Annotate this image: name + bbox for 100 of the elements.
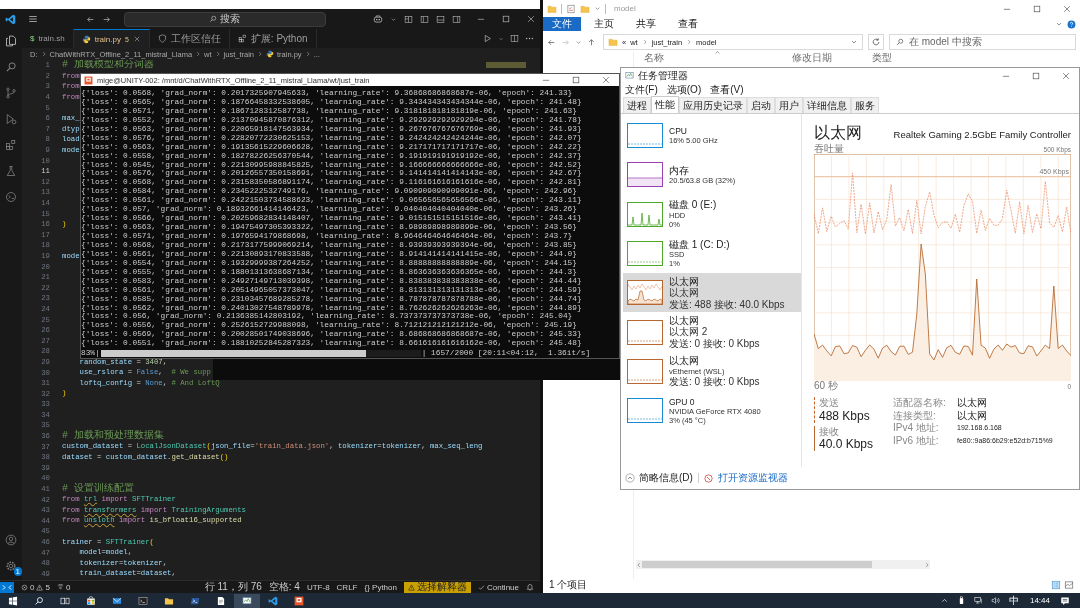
resource-name: CPU	[669, 126, 688, 137]
explorer-icon[interactable]	[5, 35, 17, 47]
remote-icon[interactable]	[5, 191, 17, 203]
help-icon[interactable]	[1067, 19, 1076, 29]
window-title: model	[614, 4, 636, 13]
details-view-icon[interactable]	[1051, 580, 1061, 590]
back-arrow-icon[interactable]	[547, 37, 556, 47]
ribbon-tab[interactable]: 文件	[543, 17, 581, 31]
volume-icon[interactable]	[990, 596, 1000, 605]
ribbon-tab[interactable]: 查看	[669, 17, 707, 31]
close-icon[interactable]	[1062, 3, 1072, 14]
search-icon[interactable]	[5, 61, 17, 73]
horizontal-scrollbar[interactable]	[636, 560, 930, 569]
problems-indicator[interactable]: 0 5	[21, 582, 50, 592]
error-icon	[21, 583, 28, 591]
search-field[interactable]: 搜索	[123, 11, 326, 27]
close-icon[interactable]	[601, 75, 611, 85]
tab[interactable]: 应用历史记录	[679, 96, 747, 113]
notification-center-icon[interactable]	[1060, 595, 1070, 606]
resource-monitor-link[interactable]: 打开资源监视器	[717, 472, 788, 484]
large-icons-view-icon[interactable]	[1064, 580, 1074, 590]
tab[interactable]: 服务	[851, 96, 879, 113]
property-label: 适配器名称:	[893, 397, 947, 409]
axis-label: 吞吐量	[814, 143, 844, 155]
menu-item[interactable]: 文件(F)	[625, 84, 658, 96]
notifications-icon[interactable]	[526, 583, 534, 591]
tab[interactable]: 启动	[747, 96, 775, 113]
resource-name: GPU 0	[669, 396, 696, 407]
settings-icon[interactable]	[5, 560, 17, 572]
menu-item[interactable]: 选项(O)	[666, 84, 702, 96]
monitor-app-icon[interactable]	[234, 593, 260, 608]
property-value: 以太网	[957, 397, 988, 409]
expand-ribbon-icon[interactable]	[1055, 20, 1063, 28]
sidebar-toggle-icon[interactable]	[420, 14, 429, 24]
minimap	[486, 62, 526, 68]
item-count: 1 个项目	[549, 579, 588, 591]
dropdown-icon[interactable]	[850, 38, 858, 46]
ports-indicator[interactable]: 0	[56, 582, 71, 592]
remote-indicator-icon[interactable]	[0, 581, 14, 593]
resource-name: 以太网	[669, 355, 700, 367]
menu-icon[interactable]	[28, 14, 38, 24]
copilot-icon[interactable]	[373, 14, 383, 24]
scrollbar-thumb[interactable]	[642, 561, 872, 568]
column-header[interactable]: 类型	[872, 52, 892, 64]
cursor-position[interactable]: 行 11，列 76	[204, 581, 262, 593]
close-icon[interactable]	[1061, 70, 1071, 81]
extensions-icon[interactable]	[5, 139, 17, 151]
column-header[interactable]: 修改日期	[792, 52, 832, 64]
chevron-icon	[195, 51, 202, 57]
column-header[interactable]: 名称	[644, 52, 664, 64]
show-hidden-icons-icon[interactable]	[939, 596, 949, 605]
run-icon[interactable]	[483, 34, 492, 43]
indent-setting[interactable]: 空格: 4	[268, 581, 300, 593]
split-editor-icon[interactable]	[510, 34, 519, 43]
account-icon[interactable]	[5, 534, 17, 546]
maximize-icon[interactable]	[1031, 70, 1041, 81]
run-debug-icon[interactable]	[5, 113, 17, 125]
property-value: 以太网	[957, 409, 988, 421]
caret-icon[interactable]	[390, 15, 397, 23]
properties-icon[interactable]	[566, 3, 576, 14]
tab[interactable]: 进程	[623, 96, 651, 113]
back-arrow-icon[interactable]	[85, 14, 95, 24]
up-arrow-icon[interactable]	[587, 37, 596, 47]
ribbon-tab[interactable]: 主页	[585, 17, 623, 31]
layout-icon[interactable]	[404, 14, 413, 24]
interpreter-button[interactable]: 选择解释器	[403, 581, 471, 593]
line-ending[interactable]: CRLF	[336, 582, 358, 592]
source-control-icon[interactable]	[5, 87, 17, 99]
search-field[interactable]: 在 model 中搜索	[889, 34, 1076, 50]
tab[interactable]: 用户	[775, 96, 803, 113]
close-tab-icon[interactable]	[132, 35, 141, 43]
testing-icon[interactable]	[5, 165, 17, 177]
python-file-icon	[266, 50, 274, 58]
network-icon[interactable]	[973, 596, 983, 605]
tab[interactable]: 性能	[651, 95, 679, 113]
resource-detail: 以太网 2	[669, 326, 709, 338]
resource-item[interactable]: 以太网 以太网 发送: 488 接收: 40.0 Kbps	[623, 273, 801, 313]
encoding[interactable]: UTF-8	[306, 582, 330, 592]
chevron-up-icon	[625, 473, 635, 483]
clock[interactable]: 14:44	[1029, 596, 1050, 605]
tab[interactable]: 详细信息	[803, 96, 851, 113]
resource-item[interactable]: 以太网 以太网 2 发送: 0 接收: 0 Kbps	[623, 312, 801, 352]
code-line: # 加载模型和分词器	[62, 60, 154, 72]
continue-button[interactable]: Continue	[477, 582, 519, 592]
panel-toggle-icon[interactable]	[436, 14, 445, 24]
code-line: # 加载和预处理数据集	[62, 430, 164, 442]
fewer-details-button[interactable]: 简略信息(D)	[625, 472, 693, 484]
refresh-icon[interactable]	[868, 34, 884, 50]
input-method-indicator[interactable]: 中	[1008, 594, 1019, 607]
maximize-icon[interactable]	[1032, 3, 1042, 14]
device-name: Realtek Gaming 2.5GbE Family Controller	[893, 129, 1071, 142]
ribbon-tab[interactable]: 共享	[627, 17, 665, 31]
property-label: IPv6 地址:	[893, 434, 940, 446]
maximize-icon[interactable]	[571, 75, 581, 85]
menu-item[interactable]: 查看(V)	[710, 84, 744, 96]
language-mode[interactable]: {} Python	[364, 582, 397, 592]
secondary-sidebar-icon[interactable]	[452, 14, 461, 24]
window-title: 任务管理器	[638, 69, 688, 82]
resource-title: 以太网	[814, 124, 862, 142]
forward-arrow-icon[interactable]	[101, 14, 111, 24]
